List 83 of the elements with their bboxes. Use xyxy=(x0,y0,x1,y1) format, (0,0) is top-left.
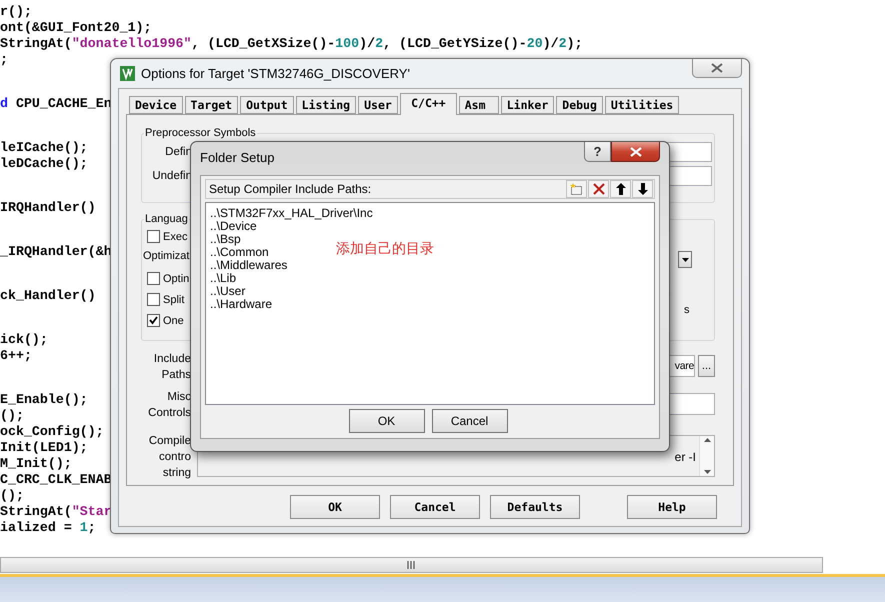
code-line: ont(&GUI_Font20_1); xyxy=(0,20,152,36)
caret-icon xyxy=(682,258,688,262)
window-title: Folder Setup xyxy=(200,149,274,165)
code-line: 6++; xyxy=(0,348,32,364)
tab[interactable]: Target xyxy=(184,96,238,114)
dialog-button[interactable]: Cancel xyxy=(432,409,508,433)
code-line: (); xyxy=(0,408,24,424)
new-item-icon xyxy=(570,182,583,196)
delete-button[interactable] xyxy=(588,180,609,198)
code-line: M_Init(); xyxy=(0,456,72,472)
close-button[interactable] xyxy=(611,142,660,162)
code-line: (); xyxy=(0,488,24,504)
checkbox[interactable]: Optin xyxy=(147,271,190,286)
list-item[interactable]: ..\STM32F7xx_HAL_Driver\Inc xyxy=(210,207,373,220)
horizontal-scrollbar[interactable] xyxy=(0,557,823,573)
tab[interactable]: C/C++ xyxy=(400,93,457,115)
code-line: ick(); xyxy=(0,332,48,348)
dialog-button[interactable]: Cancel xyxy=(390,495,480,519)
field-label: Misc Controls xyxy=(147,390,191,421)
code-line: ck_Handler() xyxy=(0,288,96,304)
tab[interactable]: User xyxy=(358,96,398,114)
up-arrow-icon xyxy=(704,438,710,442)
code-line: leICache(); xyxy=(0,140,88,156)
dialog-button[interactable]: OK xyxy=(290,495,380,519)
checkbox[interactable]: Split xyxy=(147,292,190,307)
code-line: E_Enable(); xyxy=(0,392,88,408)
move-up-button[interactable] xyxy=(610,180,631,198)
list-item[interactable]: ..\Device xyxy=(210,220,257,233)
tab[interactable]: Listing xyxy=(296,96,356,114)
code-line: Init(LED1); xyxy=(0,440,88,456)
group-title: Languag xyxy=(144,213,189,225)
code-line: ; xyxy=(0,52,8,68)
code-line: StringAt("donatello1996", (LCD_GetXSize()-100)/2, (LCD_GetYSize()-20)/2); xyxy=(0,36,583,52)
tab[interactable]: Utilities xyxy=(604,96,680,114)
list-item[interactable]: ..\Hardware xyxy=(210,298,272,311)
code-line: ock_Config(); xyxy=(0,424,104,440)
app-logo-icon xyxy=(120,66,135,81)
window-title: Options for Target 'STM32746G_DISCOVERY' xyxy=(141,66,410,81)
tab[interactable]: Debug xyxy=(556,96,603,114)
checkmark-icon xyxy=(149,316,158,325)
new-button[interactable] xyxy=(566,180,587,198)
list-item[interactable]: ..\User xyxy=(210,285,246,298)
group-title: Preprocessor Symbols xyxy=(144,127,257,139)
code-line: leDCache(); xyxy=(0,156,88,172)
close-button[interactable] xyxy=(692,59,742,78)
list-item[interactable]: ..\Middlewares xyxy=(210,259,288,272)
tab[interactable]: Asm xyxy=(458,96,499,114)
close-icon xyxy=(711,63,723,73)
code-line: ialized = 1; xyxy=(0,520,96,536)
list-item[interactable]: ..\Bsp xyxy=(210,233,241,246)
vertical-scrollbar[interactable] xyxy=(699,436,714,476)
dialog-button[interactable]: Help xyxy=(627,495,717,519)
list-item[interactable]: ..\Lib xyxy=(210,272,236,285)
code-line: r(); xyxy=(0,4,32,20)
help-button[interactable]: ? xyxy=(584,142,611,162)
up-arrow-icon xyxy=(616,183,626,195)
dialog-button[interactable]: OK xyxy=(348,409,424,433)
field-label: Compile contro string xyxy=(148,434,191,481)
browse-button[interactable]: ... xyxy=(698,355,715,377)
tab[interactable]: Device xyxy=(129,96,183,114)
code-line: C_CRC_CLK_ENAB xyxy=(0,472,112,488)
code-line: _IRQHandler(&h xyxy=(0,244,112,260)
list-item[interactable]: ..\Common xyxy=(210,246,269,259)
down-arrow-icon xyxy=(704,470,710,474)
dropdown-button[interactable] xyxy=(678,251,692,268)
tab[interactable]: Output xyxy=(240,96,294,114)
down-arrow-icon xyxy=(638,183,648,195)
code-line: d CPU_CACHE_En xyxy=(0,96,112,112)
close-icon xyxy=(630,146,642,156)
delete-icon xyxy=(592,183,604,195)
tab[interactable]: Linker xyxy=(500,96,554,114)
code-line: IRQHandler() xyxy=(0,200,96,216)
checkbox[interactable]: Exec xyxy=(147,229,190,244)
annotation: 添加自己的目录 xyxy=(336,240,434,258)
option-label: Optimizat xyxy=(143,250,190,264)
checkbox[interactable]: One xyxy=(147,313,190,328)
dialog-button[interactable]: Defaults xyxy=(490,495,580,519)
field-label: Include Paths xyxy=(152,352,191,383)
move-down-button[interactable] xyxy=(632,180,653,198)
grip-icon xyxy=(407,561,416,569)
code-line: StringAt("Star xyxy=(0,504,112,520)
list-title: Setup Compiler Include Paths: xyxy=(209,182,372,196)
option-label: s xyxy=(683,304,690,316)
